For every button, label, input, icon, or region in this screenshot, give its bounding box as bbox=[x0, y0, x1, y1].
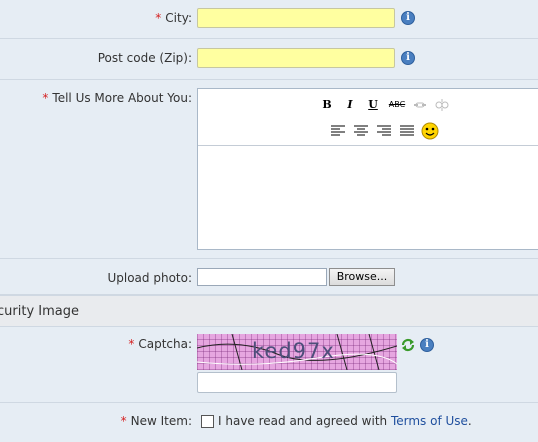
refresh-icon[interactable] bbox=[400, 337, 416, 353]
postcode-row: Post code (Zip): i bbox=[0, 39, 538, 80]
terms-checkbox[interactable] bbox=[201, 415, 214, 428]
security-section-header: curity Image bbox=[0, 295, 538, 327]
new-item-label: * New Item: bbox=[120, 414, 192, 428]
required-marker: * bbox=[120, 414, 127, 428]
captcha-input[interactable] bbox=[197, 372, 397, 393]
align-right-button[interactable] bbox=[374, 121, 394, 141]
bold-button[interactable]: B bbox=[317, 95, 337, 115]
postcode-input[interactable] bbox=[197, 48, 395, 68]
browse-button[interactable]: Browse... bbox=[329, 268, 395, 286]
info-icon[interactable]: i bbox=[401, 51, 415, 65]
align-center-button[interactable] bbox=[351, 121, 371, 141]
italic-button[interactable]: I bbox=[340, 95, 360, 115]
city-row: * City: i bbox=[0, 0, 538, 39]
captcha-text: ked97x bbox=[252, 339, 335, 363]
smiley-icon bbox=[421, 122, 439, 140]
required-marker: * bbox=[42, 91, 49, 105]
underline-button[interactable]: U bbox=[363, 95, 383, 115]
section-title: curity Image bbox=[0, 304, 79, 319]
photo-file-input[interactable] bbox=[197, 268, 327, 286]
unlink-icon bbox=[435, 99, 449, 111]
smiley-button[interactable] bbox=[420, 121, 440, 141]
city-label: * City: bbox=[155, 11, 192, 25]
required-marker: * bbox=[128, 337, 135, 351]
about-label: * Tell Us More About You: bbox=[42, 91, 192, 105]
justify-icon bbox=[400, 125, 414, 136]
postcode-label: Post code (Zip): bbox=[97, 51, 192, 65]
info-icon[interactable]: i bbox=[420, 338, 434, 352]
captcha-label: * Captcha: bbox=[128, 337, 192, 351]
upload-label: Upload photo: bbox=[107, 271, 192, 285]
align-right-icon bbox=[377, 125, 391, 136]
captcha-image: ked97x bbox=[197, 334, 397, 370]
align-left-button[interactable] bbox=[328, 121, 348, 141]
terms-of-use-link[interactable]: Terms of Use bbox=[391, 414, 468, 428]
info-icon[interactable]: i bbox=[401, 11, 415, 25]
align-left-icon bbox=[331, 125, 345, 136]
strikethrough-button[interactable]: ABC bbox=[386, 95, 408, 115]
justify-button[interactable] bbox=[397, 121, 417, 141]
link-button[interactable] bbox=[410, 95, 430, 115]
required-marker: * bbox=[155, 11, 162, 25]
align-center-icon bbox=[354, 125, 368, 136]
agree-text: I have read and agreed with Terms of Use… bbox=[218, 414, 472, 428]
link-icon bbox=[414, 102, 426, 108]
about-editor[interactable]: B I U ABC bbox=[197, 88, 538, 250]
editor-toolbar: B I U ABC bbox=[198, 89, 538, 146]
city-input[interactable] bbox=[197, 8, 395, 28]
unlink-button[interactable] bbox=[432, 95, 452, 115]
